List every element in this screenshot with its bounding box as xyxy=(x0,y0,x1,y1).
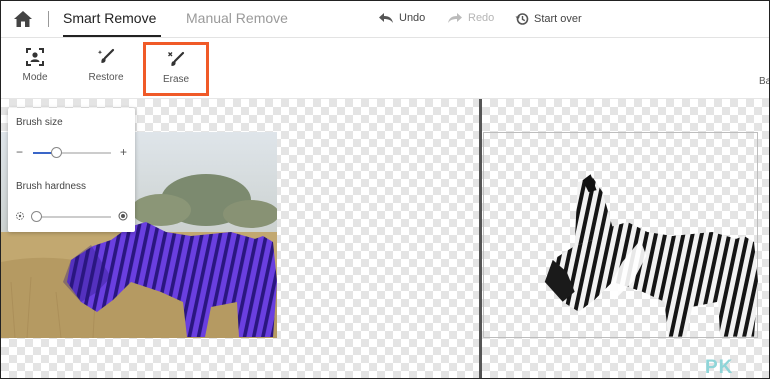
erase-tool[interactable]: Erase xyxy=(143,42,209,96)
home-icon[interactable] xyxy=(13,10,33,28)
undo-icon xyxy=(379,13,393,23)
mode-label: Mode xyxy=(22,72,48,83)
brush-hardness-label: Brush hardness xyxy=(16,181,87,192)
result-canvas[interactable] xyxy=(482,99,769,378)
undo-button[interactable]: Undo xyxy=(378,12,425,24)
start-over-label: Start over xyxy=(534,13,582,25)
brush-size-decrease[interactable]: − xyxy=(16,146,23,158)
redo-button[interactable]: Redo xyxy=(447,12,494,24)
soft-brush-icon[interactable] xyxy=(15,211,25,221)
tab-smart-remove[interactable]: Smart Remove xyxy=(63,10,156,26)
person-frame-icon xyxy=(26,48,44,66)
editor-window: Smart Remove Manual Remove Undo Redo Sta… xyxy=(0,0,770,379)
erase-brush-icon xyxy=(168,51,185,66)
brush-size-thumb[interactable] xyxy=(50,147,62,158)
brush-size-increase[interactable]: + xyxy=(120,146,127,158)
hard-brush-icon[interactable] xyxy=(118,211,128,221)
active-tab-indicator xyxy=(63,35,161,37)
restore-label: Restore xyxy=(88,72,124,83)
background-tool-label[interactable]: Ba xyxy=(759,76,769,87)
start-over-button[interactable]: Start over xyxy=(515,12,582,26)
brush-settings-panel: Brush size − + Brush hardness xyxy=(8,108,135,232)
watermark: PK xyxy=(705,357,734,378)
tool-bar: Mode Restore Erase Ba xyxy=(1,38,769,99)
nav-separator xyxy=(48,11,49,27)
redo-icon xyxy=(448,13,462,23)
restore-brush-icon xyxy=(97,48,115,63)
undo-label: Undo xyxy=(399,12,426,24)
restore-tool[interactable]: Restore xyxy=(83,38,129,96)
brush-hardness-track[interactable] xyxy=(33,216,111,218)
history-icon xyxy=(515,13,529,25)
erase-label: Erase xyxy=(162,74,190,85)
brush-size-label: Brush size xyxy=(16,117,63,128)
redo-label: Redo xyxy=(468,12,495,24)
mode-tool[interactable]: Mode xyxy=(15,38,55,96)
brush-hardness-thumb[interactable] xyxy=(31,211,43,222)
top-nav: Smart Remove Manual Remove Undo Redo Sta… xyxy=(1,1,769,38)
result-zebra xyxy=(544,174,758,337)
tab-manual-remove[interactable]: Manual Remove xyxy=(186,10,288,26)
